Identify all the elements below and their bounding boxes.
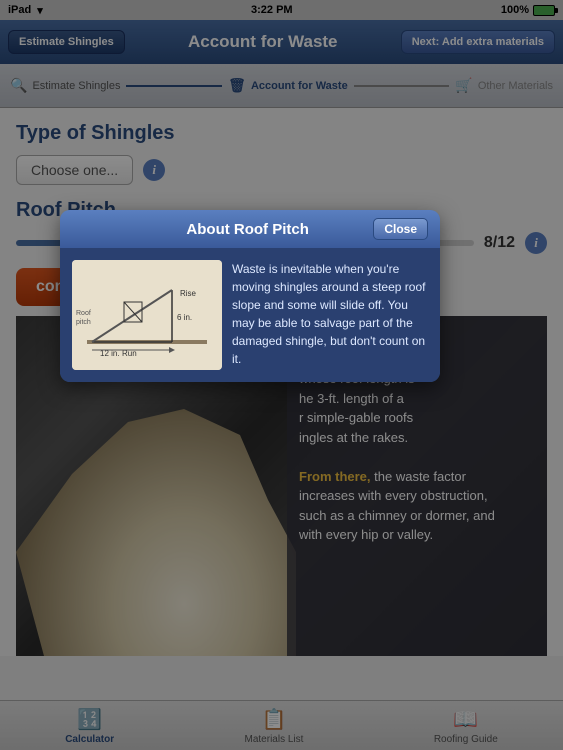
modal-title: About Roof Pitch xyxy=(122,221,373,238)
modal-close-button[interactable]: Close xyxy=(373,218,428,240)
modal-body: 12 in. 6 in. Rise Run Roof pitch Waste i… xyxy=(60,248,440,382)
svg-text:6 in.: 6 in. xyxy=(177,313,192,322)
modal-backdrop[interactable]: About Roof Pitch Close xyxy=(0,0,563,750)
svg-text:pitch: pitch xyxy=(76,319,91,326)
modal-diagram: 12 in. 6 in. Rise Run Roof pitch xyxy=(72,260,222,370)
modal-header: About Roof Pitch Close xyxy=(60,210,440,248)
roof-pitch-svg: 12 in. 6 in. Rise Run Roof pitch xyxy=(72,260,222,370)
svg-text:Roof: Roof xyxy=(76,310,91,317)
modal-body-text: Waste is inevitable when you're moving s… xyxy=(232,260,428,370)
modal-about-roof-pitch: About Roof Pitch Close xyxy=(60,210,440,382)
svg-text:Rise: Rise xyxy=(180,289,197,298)
